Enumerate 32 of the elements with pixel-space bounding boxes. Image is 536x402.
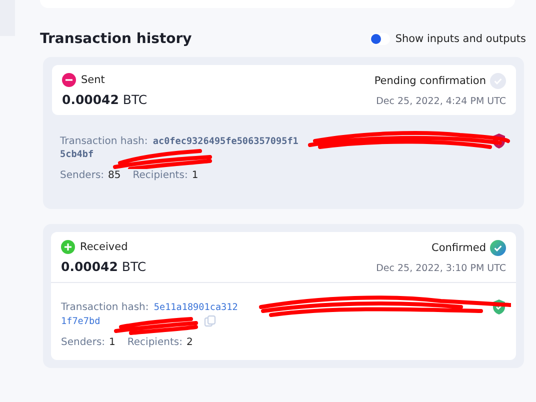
recipients-count: 2 (186, 337, 193, 348)
hash-value[interactable]: 1f7e7bd (61, 316, 100, 326)
hash-value: ac0fec9326495fe506357095f1 (152, 136, 298, 147)
transaction-type: Sent (81, 74, 105, 86)
shield-icon (492, 299, 506, 315)
amount-unit: BTC (122, 259, 146, 274)
senders-label: Senders: (60, 170, 104, 181)
hash-value[interactable]: 5e11a18901ca312 (154, 302, 238, 313)
hash-value: 5cb4bf (60, 149, 94, 160)
toggle-switch[interactable] (370, 33, 390, 45)
section-title: Transaction history (40, 31, 192, 47)
recipients-count: 1 (192, 170, 198, 181)
senders-label: Senders: (61, 337, 106, 348)
minus-icon (62, 73, 76, 87)
amount-value: 0.00042 (62, 92, 119, 107)
recipients-label: Recipients: (127, 337, 182, 348)
transaction-date: Dec 25, 2022, 4:24 PM UTC (376, 96, 506, 107)
senders-count: 85 (108, 170, 121, 181)
transaction-type: Received (80, 241, 128, 253)
check-icon (490, 240, 506, 256)
status-label: Pending confirmation (374, 75, 486, 87)
senders-count: 1 (109, 337, 116, 348)
amount-value: 0.00042 (61, 259, 118, 274)
hash-label: Transaction hash: (61, 302, 149, 313)
recipients-label: Recipients: (132, 170, 188, 181)
toggle-label: Show inputs and outputs (395, 33, 526, 45)
hash-label: Transaction hash: (60, 136, 148, 147)
status-label: Confirmed (431, 242, 486, 254)
check-icon (490, 73, 506, 89)
plus-icon (61, 240, 75, 254)
transaction-date: Dec 25, 2022, 3:10 PM UTC (376, 263, 506, 274)
amount-unit: BTC (122, 92, 148, 107)
